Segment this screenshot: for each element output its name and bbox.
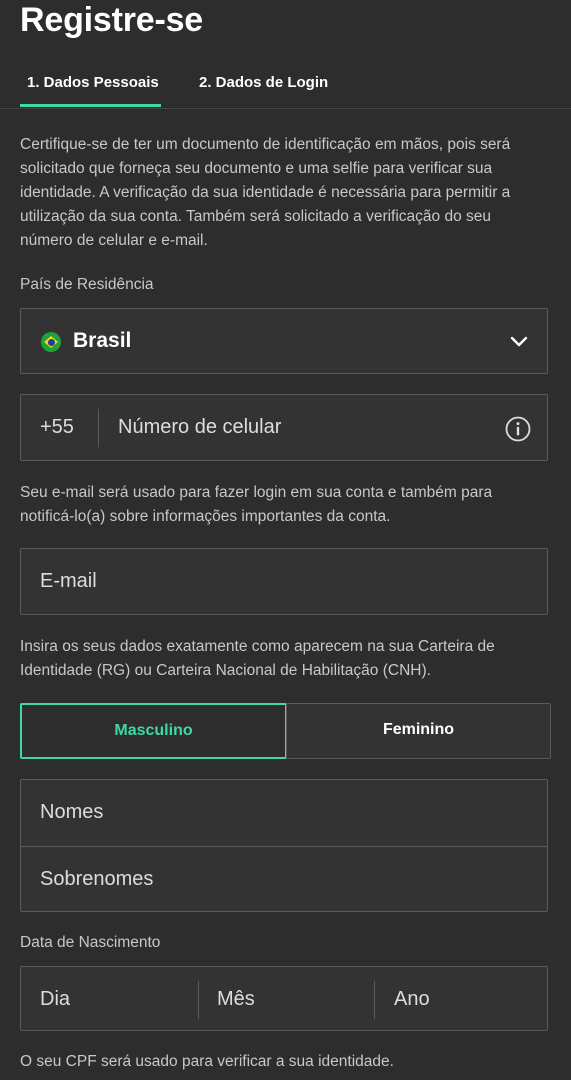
country-value: Brasil [73,329,132,352]
id-note: Insira os seus dados exatamente como apa… [20,638,495,679]
dob-day-input[interactable]: Dia [40,988,70,1011]
dob-year-input[interactable]: Ano [394,988,430,1011]
phone-prefix[interactable]: +55 [40,416,74,439]
gender-female-button[interactable]: Feminino [286,703,551,759]
first-name-input[interactable]: Nomes [40,801,103,824]
last-name-input[interactable]: Sobrenomes [40,868,153,891]
phone-field[interactable]: +55 Número de celular [20,394,548,461]
name-fields: Nomes Sobrenomes [20,779,548,912]
email-note: Seu e-mail será usado para fazer login e… [20,484,493,525]
brazil-flag-icon [41,332,61,352]
page-title: Registre-se [20,1,203,39]
tab-personal-data[interactable]: 1. Dados Pessoais [27,74,159,91]
step-tabs: 1. Dados Pessoais 2. Dados de Login [0,60,571,109]
info-icon[interactable] [505,416,531,442]
chevron-down-icon [510,336,528,347]
active-tab-indicator [20,104,161,107]
divider [198,981,199,1019]
cpf-note: O seu CPF será usado para verificar a su… [20,1053,394,1070]
dob-month-input[interactable]: Mês [217,988,255,1011]
dob-field: Dia Mês Ano [20,966,548,1031]
divider [98,409,99,447]
phone-input[interactable]: Número de celular [118,416,281,439]
tab-login-data[interactable]: 2. Dados de Login [199,74,328,91]
email-input[interactable]: E-mail [40,570,97,593]
divider [21,846,547,847]
dob-label: Data de Nascimento [20,934,161,951]
gender-male-button[interactable]: Masculino [20,703,287,759]
divider [374,981,375,1019]
intro-text: Certifique-se de ter um documento de ide… [20,136,511,249]
gender-male-label: Masculino [114,722,193,739]
country-label: País de Residência [20,276,154,293]
gender-female-label: Feminino [382,721,455,738]
country-select[interactable]: Brasil [20,308,548,374]
email-field[interactable]: E-mail [20,548,548,615]
